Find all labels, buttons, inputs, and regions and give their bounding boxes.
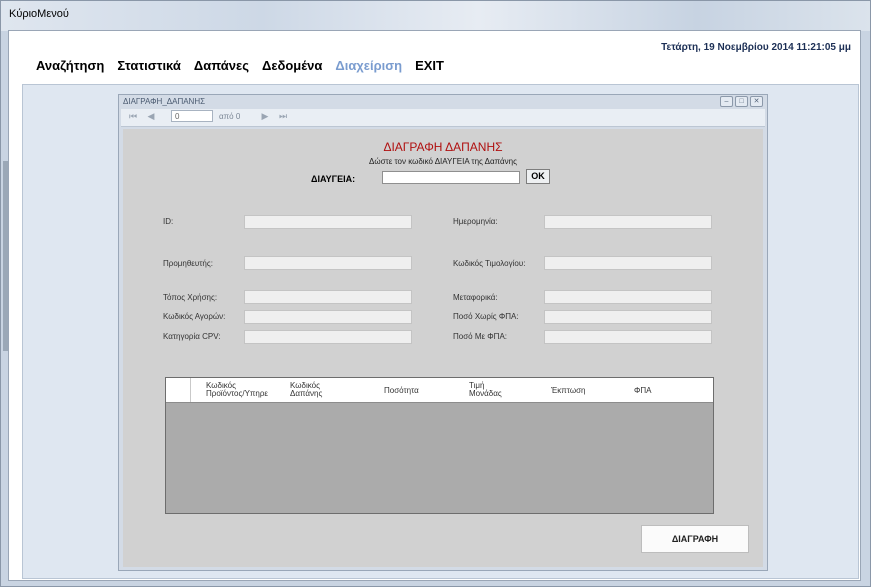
purchase-code-label: Κωδικός Αγορών: [163, 312, 226, 321]
column-product-code-line2: Προϊόντος/Υπηρε [206, 389, 268, 398]
delete-button[interactable]: ΔΙΑΓΡΑΦΗ [641, 525, 749, 553]
id-field[interactable] [244, 215, 412, 229]
minimize-icon[interactable]: – [720, 96, 733, 107]
delete-expense-window-title: ΔΙΑΓΡΑΦΗ_ΔΑΠΑΝΗΣ [123, 97, 206, 106]
first-record-icon[interactable]: ⏮ [127, 111, 139, 122]
grid-column-unit-price[interactable]: Τιμή Μονάδας [469, 382, 502, 398]
supplier-field[interactable] [244, 256, 412, 270]
grid-column-product-code[interactable]: Κωδικός Προϊόντος/Υπηρε [206, 382, 268, 398]
purchase-code-field[interactable] [244, 310, 412, 324]
menu-item-statistics[interactable]: Στατιστικά [117, 58, 181, 78]
form-subtitle: Δώστε τον κωδικό ΔΙΑΥΓΕΙΑ της Δαπάνης [369, 157, 517, 166]
delete-expense-titlebar[interactable]: ΔΙΑΓΡΑΦΗ_ΔΑΠΑΝΗΣ – □ ✕ [119, 95, 767, 109]
amount-with-vat-label: Ποσό Με ΦΠΑ: [453, 332, 508, 341]
prev-record-icon[interactable]: ◀ [145, 111, 157, 122]
maximize-icon[interactable]: □ [735, 96, 748, 107]
place-of-use-field[interactable] [244, 290, 412, 304]
menu-item-data[interactable]: Δεδομένα [262, 58, 322, 78]
menu-item-management: Διαχείριση [335, 58, 403, 73]
current-datetime: Τετάρτη, 19 Νοεμβρίου 2014 11:21:05 μμ [661, 42, 851, 53]
shipping-field[interactable] [544, 290, 712, 304]
record-position-input[interactable]: 0 [171, 110, 213, 122]
grid-row-header [166, 378, 191, 402]
menu-item-exit[interactable]: EXIT [415, 58, 444, 78]
invoice-code-label: Κωδικός Τιμολογίου: [453, 259, 526, 268]
column-quantity-label: Ποσότητα [384, 386, 419, 395]
grid-column-vat[interactable]: ΦΠΑ [634, 387, 652, 395]
ok-button[interactable]: OK [526, 169, 550, 184]
date-label: Ημερομηνία: [453, 217, 498, 226]
window-controls: – □ ✕ [720, 96, 763, 107]
amount-no-vat-field[interactable] [544, 310, 712, 324]
column-unit-price-line2: Μονάδας [469, 389, 502, 398]
close-icon[interactable]: ✕ [750, 96, 763, 107]
date-field[interactable] [544, 215, 712, 229]
main-window-titlebar[interactable]: ΚύριοΜενού [1, 1, 870, 31]
delete-expense-window: ΔΙΑΓΡΑΦΗ_ΔΑΠΑΝΗΣ – □ ✕ ⏮ ◀ 0 από 0 ▶ ⏭ Δ… [118, 94, 768, 571]
next-record-icon[interactable]: ▶ [259, 111, 271, 122]
id-label: ID: [163, 217, 174, 226]
menu-item-expenses[interactable]: Δαπάνες [194, 58, 249, 78]
place-of-use-label: Τόπος Χρήσης: [163, 293, 218, 302]
column-expense-code-line2: Δαπάνης [290, 389, 323, 398]
menu-bar: Αναζήτηση Στατιστικά Δαπάνες Δεδομένα Δι… [36, 58, 444, 78]
diavgeia-input[interactable] [382, 171, 520, 184]
diavgeia-label: ΔΙΑΥΓΕΙΑ: [311, 174, 356, 184]
record-navigator: ⏮ ◀ 0 από 0 ▶ ⏭ [121, 109, 765, 127]
amount-with-vat-field[interactable] [544, 330, 712, 344]
amount-no-vat-label: Ποσό Χωρίς ΦΠΑ: [453, 312, 519, 321]
record-count-label: από 0 [219, 112, 241, 121]
grid-header: Κωδικός Προϊόντος/Υπηρε Κωδικός Δαπάνης … [166, 378, 713, 403]
delete-expense-form: ΔΙΑΓΡΑΦΗ ΔΑΠΑΝΗΣ Δώστε τον κωδικό ΔΙΑΥΓΕ… [123, 129, 763, 567]
column-discount-label: Έκπτωση [551, 386, 586, 395]
last-record-icon[interactable]: ⏭ [277, 111, 289, 122]
supplier-label: Προμηθευτής: [163, 259, 213, 268]
items-grid[interactable]: Κωδικός Προϊόντος/Υπηρε Κωδικός Δαπάνης … [165, 377, 714, 514]
grid-column-quantity[interactable]: Ποσότητα [384, 387, 419, 395]
cpv-category-field[interactable] [244, 330, 412, 344]
cpv-category-label: Κατηγορία CPV: [163, 332, 221, 341]
form-title: ΔΙΑΓΡΑΦΗ ΔΑΠΑΝΗΣ [383, 140, 503, 154]
column-vat-label: ΦΠΑ [634, 386, 652, 395]
grid-column-expense-code[interactable]: Κωδικός Δαπάνης [290, 382, 322, 398]
menu-item-search[interactable]: Αναζήτηση [36, 58, 104, 78]
invoice-code-field[interactable] [544, 256, 712, 270]
main-window-title: ΚύριοΜενού [9, 8, 69, 20]
shipping-label: Μεταφορικά: [453, 293, 498, 302]
grid-column-discount[interactable]: Έκπτωση [551, 387, 585, 395]
